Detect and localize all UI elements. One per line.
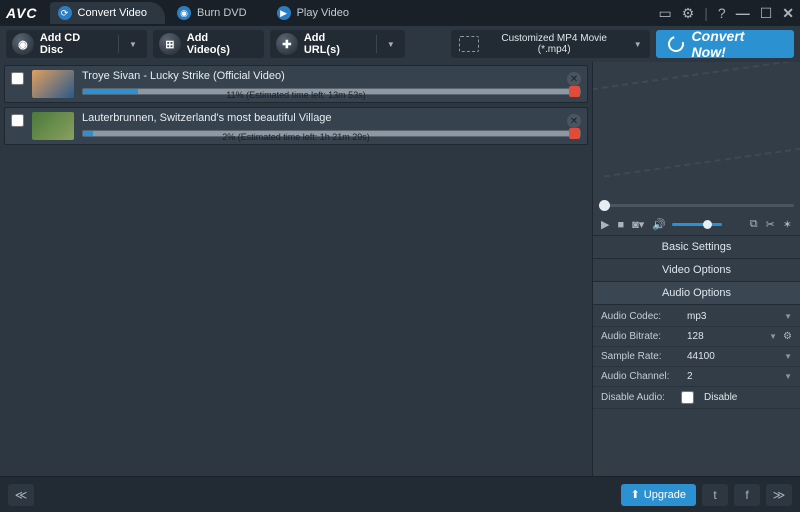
preview-area: [593, 62, 800, 196]
volume-slider[interactable]: [672, 223, 722, 226]
setting-disable-audio[interactable]: Disable Audio: Disable: [593, 387, 800, 409]
divider: |: [704, 5, 708, 21]
button-label: Add URL(s): [304, 32, 364, 56]
preview-controls: ▶ ■ ◙▾ 🔊 ⧉ ✂ ✶: [593, 214, 800, 236]
menu-icon[interactable]: ▭: [658, 5, 671, 22]
item-title: Troye Sivan - Lucky Strike (Official Vid…: [82, 70, 581, 82]
chevron-down-icon: ▼: [784, 312, 792, 321]
button-label: Convert Now!: [692, 28, 782, 60]
button-label: Add CD Disc: [40, 32, 106, 56]
progress-status: 2% (Estimated time left: 1h 21m 29s): [222, 132, 370, 142]
titlebar: AVC ⟳ Convert Video ◉ Burn DVD ▶ Play Vi…: [0, 0, 800, 26]
globe-plus-icon: ✚: [276, 33, 298, 55]
tab-basic-settings[interactable]: Basic Settings: [593, 236, 800, 259]
maximize-icon[interactable]: ☐: [760, 5, 773, 22]
tab-convert-video[interactable]: ⟳ Convert Video: [50, 2, 166, 24]
add-cd-button[interactable]: ◉ Add CD Disc ▼: [6, 30, 147, 58]
list-item[interactable]: Lauterbrunnen, Switzerland's most beauti…: [4, 107, 588, 145]
facebook-icon[interactable]: f: [734, 484, 760, 506]
side-panel: ▶ ■ ◙▾ 🔊 ⧉ ✂ ✶ Basic Settings Video Opti…: [592, 62, 800, 476]
list-item[interactable]: Troye Sivan - Lucky Strike (Official Vid…: [4, 65, 588, 103]
close-icon[interactable]: ✕: [782, 5, 794, 22]
film-icon: [459, 36, 479, 52]
setting-audio-bitrate[interactable]: Audio Bitrate: 128 ▼ ⚙: [593, 327, 800, 347]
chevron-down-icon[interactable]: ▼: [129, 40, 137, 49]
audio-settings: Audio Codec: mp3 ▼ Audio Bitrate: 128 ▼ …: [593, 305, 800, 476]
add-urls-button[interactable]: ✚ Add URL(s) ▼: [270, 30, 405, 58]
convert-icon: [665, 33, 687, 55]
tab-label: Burn DVD: [197, 7, 247, 19]
stop-button[interactable]: ■: [617, 219, 624, 231]
tab-burn-dvd[interactable]: ◉ Burn DVD: [169, 2, 265, 24]
disc-icon: ◉: [177, 6, 191, 20]
play-button[interactable]: ▶: [601, 218, 609, 231]
twitter-icon[interactable]: t: [702, 484, 728, 506]
profile-label: Customized MP4 Movie (*.mp4): [489, 33, 620, 55]
add-videos-button[interactable]: ⊞ Add Video(s): [153, 30, 264, 58]
crop-icon[interactable]: ✶: [783, 218, 792, 231]
upgrade-button[interactable]: ⬆ Upgrade: [621, 484, 696, 506]
tab-video-options[interactable]: Video Options: [593, 259, 800, 282]
main-tabs: ⟳ Convert Video ◉ Burn DVD ▶ Play Video: [50, 2, 371, 24]
toolbar: ◉ Add CD Disc ▼ ⊞ Add Video(s) ✚ Add URL…: [0, 26, 800, 62]
stop-item-button[interactable]: [569, 128, 580, 139]
chevron-down-icon: ▼: [784, 372, 792, 381]
minimize-icon[interactable]: —: [736, 5, 750, 21]
item-checkbox[interactable]: [11, 72, 24, 85]
help-icon[interactable]: ?: [718, 5, 726, 21]
convert-now-button[interactable]: Convert Now!: [656, 30, 794, 58]
stop-item-button[interactable]: [569, 86, 580, 97]
conversion-list: Troye Sivan - Lucky Strike (Official Vid…: [0, 62, 592, 476]
disable-audio-checkbox[interactable]: [681, 391, 694, 404]
up-arrow-icon: ⬆: [631, 488, 640, 501]
collapse-left-button[interactable]: ≪: [8, 484, 34, 506]
refresh-icon: ⟳: [58, 6, 72, 20]
scissors-icon[interactable]: ✂: [766, 218, 775, 231]
item-checkbox[interactable]: [11, 114, 24, 127]
volume-icon[interactable]: 🔊: [652, 218, 666, 231]
remove-item-button[interactable]: ✕: [567, 114, 581, 128]
snapshot-button[interactable]: ◙▾: [632, 218, 644, 231]
app-logo: AVC: [6, 5, 38, 21]
gear-icon[interactable]: ⚙: [783, 331, 792, 342]
setting-audio-channel[interactable]: Audio Channel: 2 ▼: [593, 367, 800, 387]
settings-tabs: Basic Settings Video Options Audio Optio…: [593, 236, 800, 305]
collapse-right-button[interactable]: ≫: [766, 484, 792, 506]
item-title: Lauterbrunnen, Switzerland's most beauti…: [82, 112, 581, 124]
remove-item-button[interactable]: ✕: [567, 72, 581, 86]
output-profile-select[interactable]: Customized MP4 Movie (*.mp4) ▼: [451, 30, 650, 58]
gear-icon[interactable]: ⚙: [682, 5, 695, 22]
tab-audio-options[interactable]: Audio Options: [593, 282, 800, 305]
play-icon: ▶: [277, 6, 291, 20]
progress-status: 11% (Estimated time left: 13m 53s): [226, 90, 365, 100]
tab-label: Convert Video: [78, 7, 148, 19]
film-plus-icon: ⊞: [159, 33, 181, 55]
button-label: Add Video(s): [187, 32, 254, 56]
tab-play-video[interactable]: ▶ Play Video: [269, 2, 367, 24]
chevron-down-icon: ▼: [784, 352, 792, 361]
chevron-down-icon: ▼: [634, 40, 642, 49]
chevron-down-icon[interactable]: ▼: [387, 40, 395, 49]
setting-audio-codec[interactable]: Audio Codec: mp3 ▼: [593, 307, 800, 327]
setting-sample-rate[interactable]: Sample Rate: 44100 ▼: [593, 347, 800, 367]
window-controls: ▭ ⚙ | ? — ☐ ✕: [658, 5, 794, 22]
timeline-knob[interactable]: [599, 200, 610, 211]
footer: ≪ ⬆ Upgrade t f ≫: [0, 476, 800, 512]
video-thumbnail: [32, 112, 74, 140]
disc-plus-icon: ◉: [12, 33, 34, 55]
chevron-down-icon: ▼: [769, 332, 777, 341]
tab-label: Play Video: [297, 7, 349, 19]
popout-icon[interactable]: ⧉: [750, 218, 758, 231]
video-thumbnail: [32, 70, 74, 98]
preview-timeline[interactable]: [593, 196, 800, 214]
